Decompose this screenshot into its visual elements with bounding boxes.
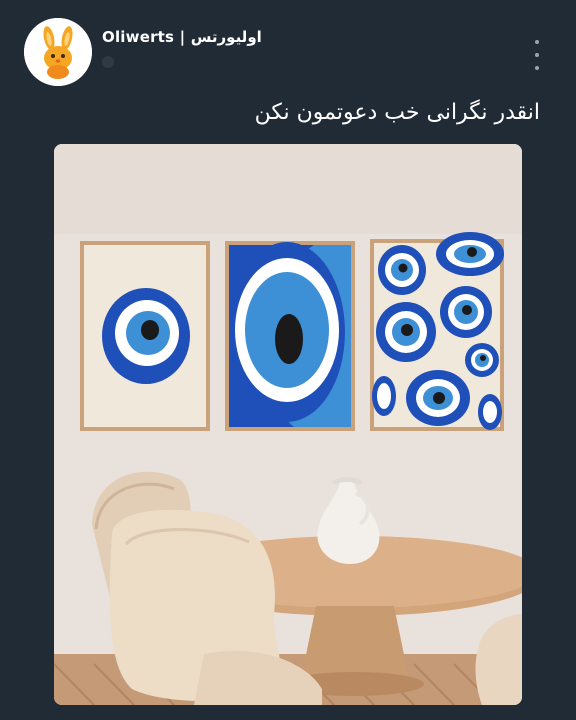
author-avatar[interactable]: [24, 18, 92, 86]
verified-icon: [102, 56, 114, 68]
author-name[interactable]: Oliwerts | اولیورتس: [102, 28, 262, 46]
more-vertical-icon[interactable]: [528, 40, 546, 70]
rabbit-mascot-icon: [24, 18, 92, 86]
post-caption: انقدر نگرانی خب دعوتمون نکن: [254, 100, 540, 125]
evil-eye-frame-right: [370, 232, 504, 431]
evil-eye-frame-center: [225, 241, 355, 431]
post-photo[interactable]: [54, 144, 522, 705]
evil-eye-frame-left: [80, 241, 210, 431]
